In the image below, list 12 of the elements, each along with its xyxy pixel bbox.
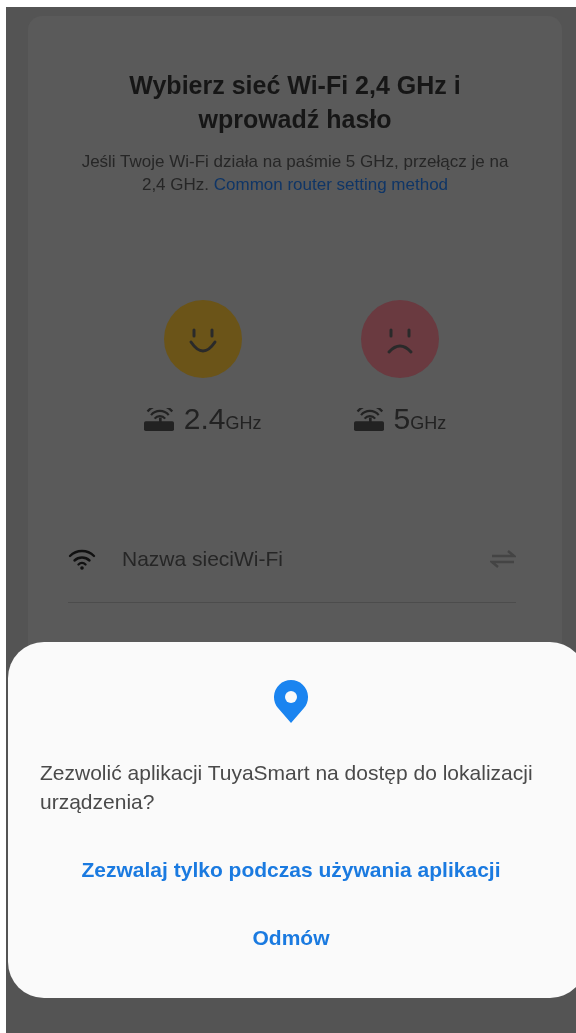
router-icon <box>143 407 174 431</box>
deny-button[interactable]: Odmów <box>252 918 330 958</box>
allow-button[interactable]: Zezwalaj tylko podczas używania aplikacji <box>81 850 501 890</box>
band-unit: GHz <box>225 413 262 434</box>
title: Wybierz sieć Wi-Fi 2,4 GHz i wprowadź hasło <box>128 70 462 135</box>
permission-message: Zezwolić aplikacji TuyaSmart na dostęp do lokalizacji urządzenia? <box>40 760 534 815</box>
wifi-icon <box>68 548 96 570</box>
router-icon <box>353 407 384 431</box>
band-value: 5 <box>393 402 411 436</box>
location-pin-icon <box>273 680 309 724</box>
band-unit: GHz <box>410 413 447 434</box>
band-value: 2.4 <box>183 402 226 436</box>
